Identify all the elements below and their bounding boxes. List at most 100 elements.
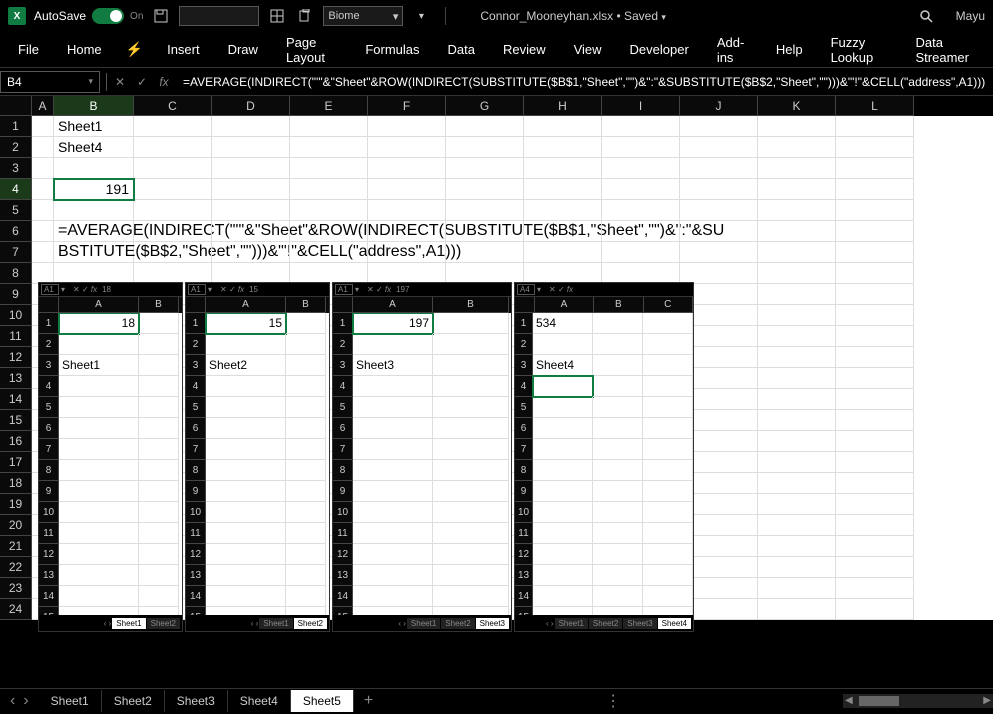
user-label[interactable]: Mayu xyxy=(956,9,985,23)
cell-C7[interactable] xyxy=(134,242,212,263)
cell-K8[interactable] xyxy=(758,263,836,284)
row-header-9[interactable]: 9 xyxy=(0,284,32,305)
cell-L9[interactable] xyxy=(836,284,914,305)
col-header-K[interactable]: K xyxy=(758,96,836,116)
cell-D2[interactable] xyxy=(212,137,290,158)
formula-input[interactable] xyxy=(177,71,993,93)
cell-C4[interactable] xyxy=(134,179,212,200)
col-header-C[interactable]: C xyxy=(134,96,212,116)
scroll-left-icon[interactable]: ◀ xyxy=(843,695,855,706)
row-header-10[interactable]: 10 xyxy=(0,305,32,326)
col-header-B[interactable]: B xyxy=(54,96,134,116)
row-header-11[interactable]: 11 xyxy=(0,326,32,347)
tab-data[interactable]: Data xyxy=(434,34,489,65)
cell-F3[interactable] xyxy=(368,158,446,179)
cell-C1[interactable] xyxy=(134,116,212,137)
cell-L22[interactable] xyxy=(836,557,914,578)
cell-L4[interactable] xyxy=(836,179,914,200)
cell-L19[interactable] xyxy=(836,494,914,515)
cell-G3[interactable] xyxy=(446,158,524,179)
row-header-12[interactable]: 12 xyxy=(0,347,32,368)
sheet-prev-icon[interactable]: ‹ xyxy=(10,692,15,710)
cell-J8[interactable] xyxy=(680,263,758,284)
cell-F5[interactable] xyxy=(368,200,446,221)
row-header-17[interactable]: 17 xyxy=(0,452,32,473)
cell-K9[interactable] xyxy=(758,284,836,305)
cell-I4[interactable] xyxy=(602,179,680,200)
cell-L18[interactable] xyxy=(836,473,914,494)
select-all-triangle[interactable] xyxy=(0,96,32,116)
cell-H7[interactable] xyxy=(524,242,602,263)
cell-C5[interactable] xyxy=(134,200,212,221)
overflow-icon[interactable]: ▾ xyxy=(411,6,431,26)
cell-F1[interactable] xyxy=(368,116,446,137)
cell-L24[interactable] xyxy=(836,599,914,620)
cell-I5[interactable] xyxy=(602,200,680,221)
cell-K6[interactable] xyxy=(758,221,836,242)
col-header-D[interactable]: D xyxy=(212,96,290,116)
cell-K19[interactable] xyxy=(758,494,836,515)
cell-J7[interactable] xyxy=(680,242,758,263)
cell-E3[interactable] xyxy=(290,158,368,179)
cell-J6[interactable] xyxy=(680,221,758,242)
row-header-24[interactable]: 24 xyxy=(0,599,32,620)
cell-L23[interactable] xyxy=(836,578,914,599)
row-header-16[interactable]: 16 xyxy=(0,431,32,452)
cell-G4[interactable] xyxy=(446,179,524,200)
cell-L12[interactable] xyxy=(836,347,914,368)
cell-A6[interactable] xyxy=(32,221,54,242)
cell-B1[interactable]: Sheet1 xyxy=(54,116,134,137)
cell-A1[interactable] xyxy=(32,116,54,137)
cell-L14[interactable] xyxy=(836,389,914,410)
cell-J1[interactable] xyxy=(680,116,758,137)
cell-I7[interactable] xyxy=(602,242,680,263)
cell-K23[interactable] xyxy=(758,578,836,599)
cell-E2[interactable] xyxy=(290,137,368,158)
sheet-next-icon[interactable]: › xyxy=(23,692,28,710)
cell-C3[interactable] xyxy=(134,158,212,179)
cell-H4[interactable] xyxy=(524,179,602,200)
sheet-tab-sheet4[interactable]: Sheet4 xyxy=(228,690,291,712)
row-header-8[interactable]: 8 xyxy=(0,263,32,284)
cell-E8[interactable] xyxy=(290,263,368,284)
cell-F7[interactable] xyxy=(368,242,446,263)
tab-addins[interactable]: Add-ins xyxy=(703,27,762,73)
cell-L3[interactable] xyxy=(836,158,914,179)
cell-K20[interactable] xyxy=(758,515,836,536)
cell-E6[interactable] xyxy=(290,221,368,242)
cell-E7[interactable] xyxy=(290,242,368,263)
tab-draw[interactable]: Draw xyxy=(214,34,272,65)
cell-I2[interactable] xyxy=(602,137,680,158)
cell-L16[interactable] xyxy=(836,431,914,452)
cell-J2[interactable] xyxy=(680,137,758,158)
cell-G8[interactable] xyxy=(446,263,524,284)
cell-D4[interactable] xyxy=(212,179,290,200)
cell-K16[interactable] xyxy=(758,431,836,452)
cell-L8[interactable] xyxy=(836,263,914,284)
cell-F8[interactable] xyxy=(368,263,446,284)
cell-I3[interactable] xyxy=(602,158,680,179)
cell-L21[interactable] xyxy=(836,536,914,557)
row-header-14[interactable]: 14 xyxy=(0,389,32,410)
cell-F2[interactable] xyxy=(368,137,446,158)
cell-K1[interactable] xyxy=(758,116,836,137)
tab-view[interactable]: View xyxy=(560,34,616,65)
tab-fuzzy-lookup[interactable]: Fuzzy Lookup xyxy=(817,27,902,73)
row-header-5[interactable]: 5 xyxy=(0,200,32,221)
tab-formulas[interactable]: Formulas xyxy=(351,34,433,65)
cell-J5[interactable] xyxy=(680,200,758,221)
cell-K10[interactable] xyxy=(758,305,836,326)
grid-icon[interactable] xyxy=(267,6,287,26)
cell-B8[interactable] xyxy=(54,263,134,284)
cell-B4[interactable]: 191 xyxy=(54,179,134,200)
cell-K5[interactable] xyxy=(758,200,836,221)
row-header-1[interactable]: 1 xyxy=(0,116,32,137)
lightning-icon[interactable]: ⚡ xyxy=(116,33,153,66)
cell-C8[interactable] xyxy=(134,263,212,284)
cell-G1[interactable] xyxy=(446,116,524,137)
cell-H1[interactable] xyxy=(524,116,602,137)
cell-K4[interactable] xyxy=(758,179,836,200)
cell-K3[interactable] xyxy=(758,158,836,179)
cell-D5[interactable] xyxy=(212,200,290,221)
tab-insert[interactable]: Insert xyxy=(153,34,214,65)
